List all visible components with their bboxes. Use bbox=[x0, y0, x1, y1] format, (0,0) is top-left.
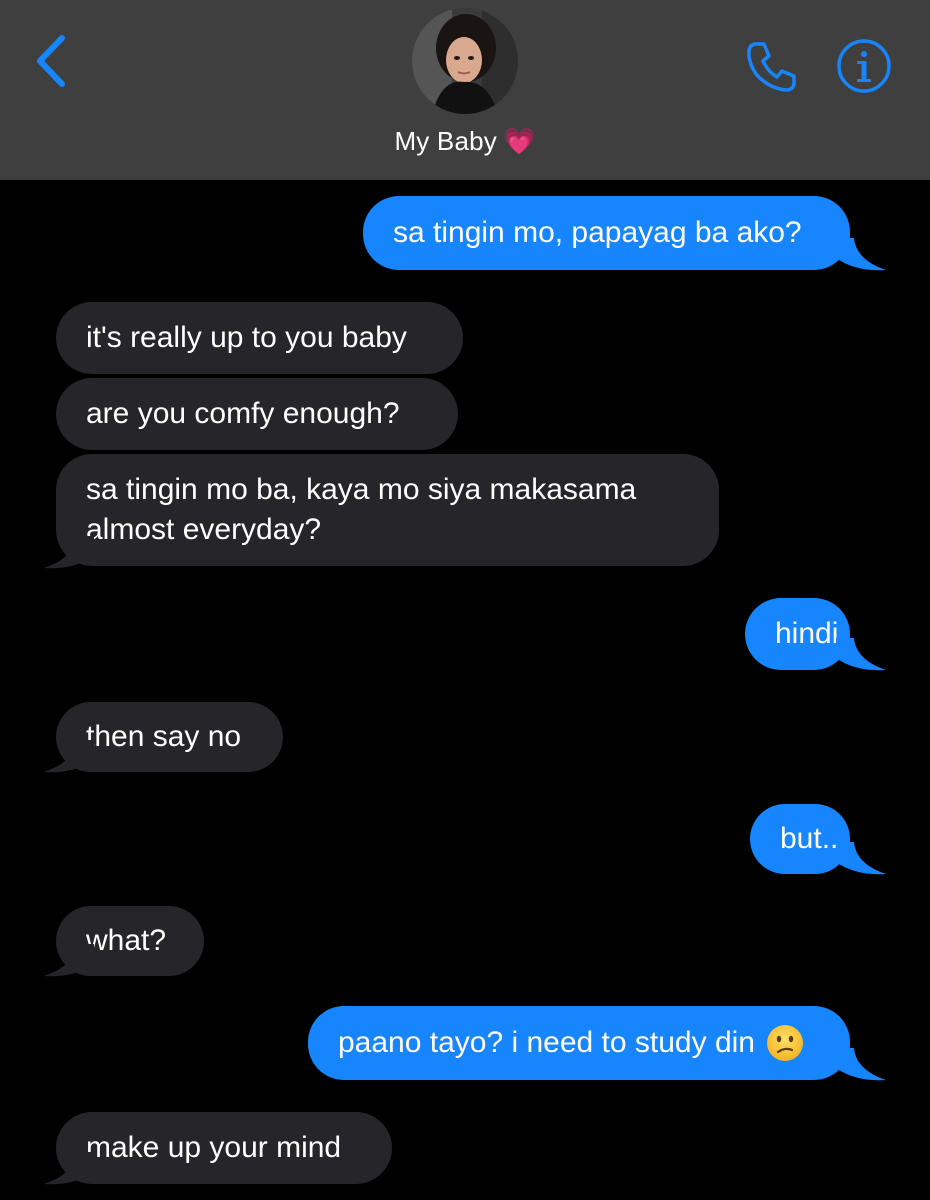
message-bubble-incoming[interactable]: it's really up to you baby bbox=[56, 302, 463, 374]
message-bubble-outgoing[interactable]: but.. bbox=[750, 804, 850, 874]
info-button[interactable] bbox=[834, 36, 894, 96]
message-text: paano tayo? i need to study din bbox=[338, 1026, 755, 1059]
message-text: but.. bbox=[780, 822, 839, 855]
message-text: hindi bbox=[775, 617, 839, 650]
bubble-tail-incoming bbox=[44, 740, 94, 773]
message-bubble-outgoing[interactable]: sa tingin mo, papayag ba ako? bbox=[363, 196, 850, 270]
message-text-line-2: almost everyday? bbox=[86, 513, 322, 546]
phone-icon bbox=[747, 42, 796, 92]
message-bubble-incoming[interactable]: sa tingin mo ba, kaya mo siya makasama a… bbox=[56, 454, 719, 566]
heart-emoji: 💗 bbox=[502, 126, 536, 156]
message-bubble-outgoing[interactable]: hindi bbox=[745, 598, 850, 670]
bubble-tail-outgoing bbox=[836, 238, 886, 271]
chevron-left-icon bbox=[37, 35, 65, 87]
contact-avatar[interactable] bbox=[412, 8, 518, 114]
message-text: it's really up to you baby bbox=[86, 321, 407, 354]
bubble-tail-incoming bbox=[44, 944, 94, 977]
message-text: then say no bbox=[86, 720, 242, 753]
call-button[interactable] bbox=[742, 36, 802, 96]
message-bubble-incoming[interactable]: are you comfy enough? bbox=[56, 378, 458, 450]
message-text-line-1: sa tingin mo ba, kaya mo siya makasama bbox=[86, 473, 637, 506]
message-text: are you comfy enough? bbox=[86, 397, 400, 430]
back-button[interactable] bbox=[30, 30, 80, 90]
contact-name[interactable]: My Baby 💗 bbox=[0, 126, 930, 157]
message-bubble-outgoing[interactable]: paano tayo? i need to study din bbox=[308, 1006, 850, 1080]
bubble-tail-incoming bbox=[44, 536, 94, 569]
avatar-photo bbox=[412, 8, 518, 114]
message-text: sa tingin mo, papayag ba ako? bbox=[393, 216, 802, 249]
message-text: what? bbox=[86, 924, 167, 957]
conversation-header: My Baby 💗 bbox=[0, 0, 930, 180]
bubble-tail-outgoing bbox=[836, 1048, 886, 1081]
confused-face-emoji bbox=[766, 1025, 803, 1061]
message-bubble-incoming[interactable]: make up your mind bbox=[56, 1112, 392, 1184]
contact-name-label: My Baby bbox=[394, 126, 497, 156]
bubble-tail-outgoing bbox=[836, 842, 886, 875]
message-text: make up your mind bbox=[86, 1131, 342, 1164]
bubble-tail-incoming bbox=[44, 1152, 94, 1185]
info-icon bbox=[837, 39, 891, 93]
bubble-tail-outgoing bbox=[836, 638, 886, 671]
